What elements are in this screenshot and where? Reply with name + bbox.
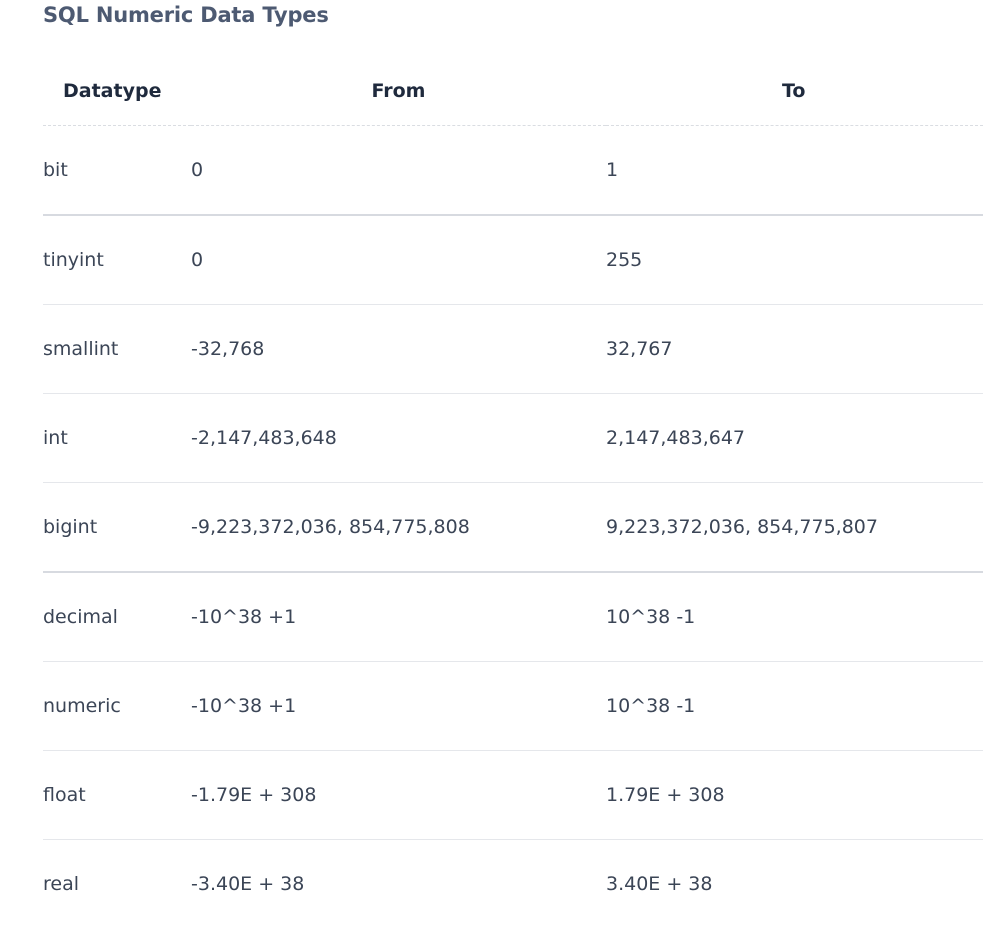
table-row: decimal -10^38 +1 10^38 -1 xyxy=(43,572,983,662)
cell-datatype: tinyint xyxy=(43,215,191,305)
cell-to: 9,223,372,036, 854,775,807 xyxy=(606,483,983,573)
cell-to: 32,767 xyxy=(606,305,983,394)
cell-to: 255 xyxy=(606,215,983,305)
cell-from: -32,768 xyxy=(191,305,606,394)
cell-datatype: numeric xyxy=(43,662,191,751)
cell-to: 2,147,483,647 xyxy=(606,394,983,483)
numeric-types-table: Datatype From To bit 0 1 tinyint 0 255 s… xyxy=(43,56,983,928)
header-datatype: Datatype xyxy=(43,56,191,126)
cell-datatype: bit xyxy=(43,126,191,216)
cell-datatype: int xyxy=(43,394,191,483)
table-row: bit 0 1 xyxy=(43,126,983,216)
cell-to: 1 xyxy=(606,126,983,216)
cell-to: 10^38 -1 xyxy=(606,572,983,662)
cell-from: -10^38 +1 xyxy=(191,662,606,751)
cell-to: 1.79E + 308 xyxy=(606,751,983,840)
cell-from: -10^38 +1 xyxy=(191,572,606,662)
cell-datatype: decimal xyxy=(43,572,191,662)
cell-datatype: float xyxy=(43,751,191,840)
table-row: tinyint 0 255 xyxy=(43,215,983,305)
header-row: Datatype From To xyxy=(43,56,983,126)
table-row: bigint -9,223,372,036, 854,775,808 9,223… xyxy=(43,483,983,573)
table-row: smallint -32,768 32,767 xyxy=(43,305,983,394)
cell-from: -2,147,483,648 xyxy=(191,394,606,483)
table-row: float -1.79E + 308 1.79E + 308 xyxy=(43,751,983,840)
cell-from: -1.79E + 308 xyxy=(191,751,606,840)
cell-from: 0 xyxy=(191,126,606,216)
cell-to: 10^38 -1 xyxy=(606,662,983,751)
cell-from: -3.40E + 38 xyxy=(191,840,606,928)
cell-to: 3.40E + 38 xyxy=(606,840,983,928)
cell-datatype: bigint xyxy=(43,483,191,573)
table-row: real -3.40E + 38 3.40E + 38 xyxy=(43,840,983,928)
cell-datatype: smallint xyxy=(43,305,191,394)
header-to: To xyxy=(606,56,983,126)
page-title: SQL Numeric Data Types xyxy=(43,0,329,30)
table-row: numeric -10^38 +1 10^38 -1 xyxy=(43,662,983,751)
table-row: int -2,147,483,648 2,147,483,647 xyxy=(43,394,983,483)
cell-from: 0 xyxy=(191,215,606,305)
cell-datatype: real xyxy=(43,840,191,928)
table-header: Datatype From To xyxy=(43,56,983,126)
header-from: From xyxy=(191,56,606,126)
cell-from: -9,223,372,036, 854,775,808 xyxy=(191,483,606,573)
table-body: bit 0 1 tinyint 0 255 smallint -32,768 3… xyxy=(43,126,983,928)
